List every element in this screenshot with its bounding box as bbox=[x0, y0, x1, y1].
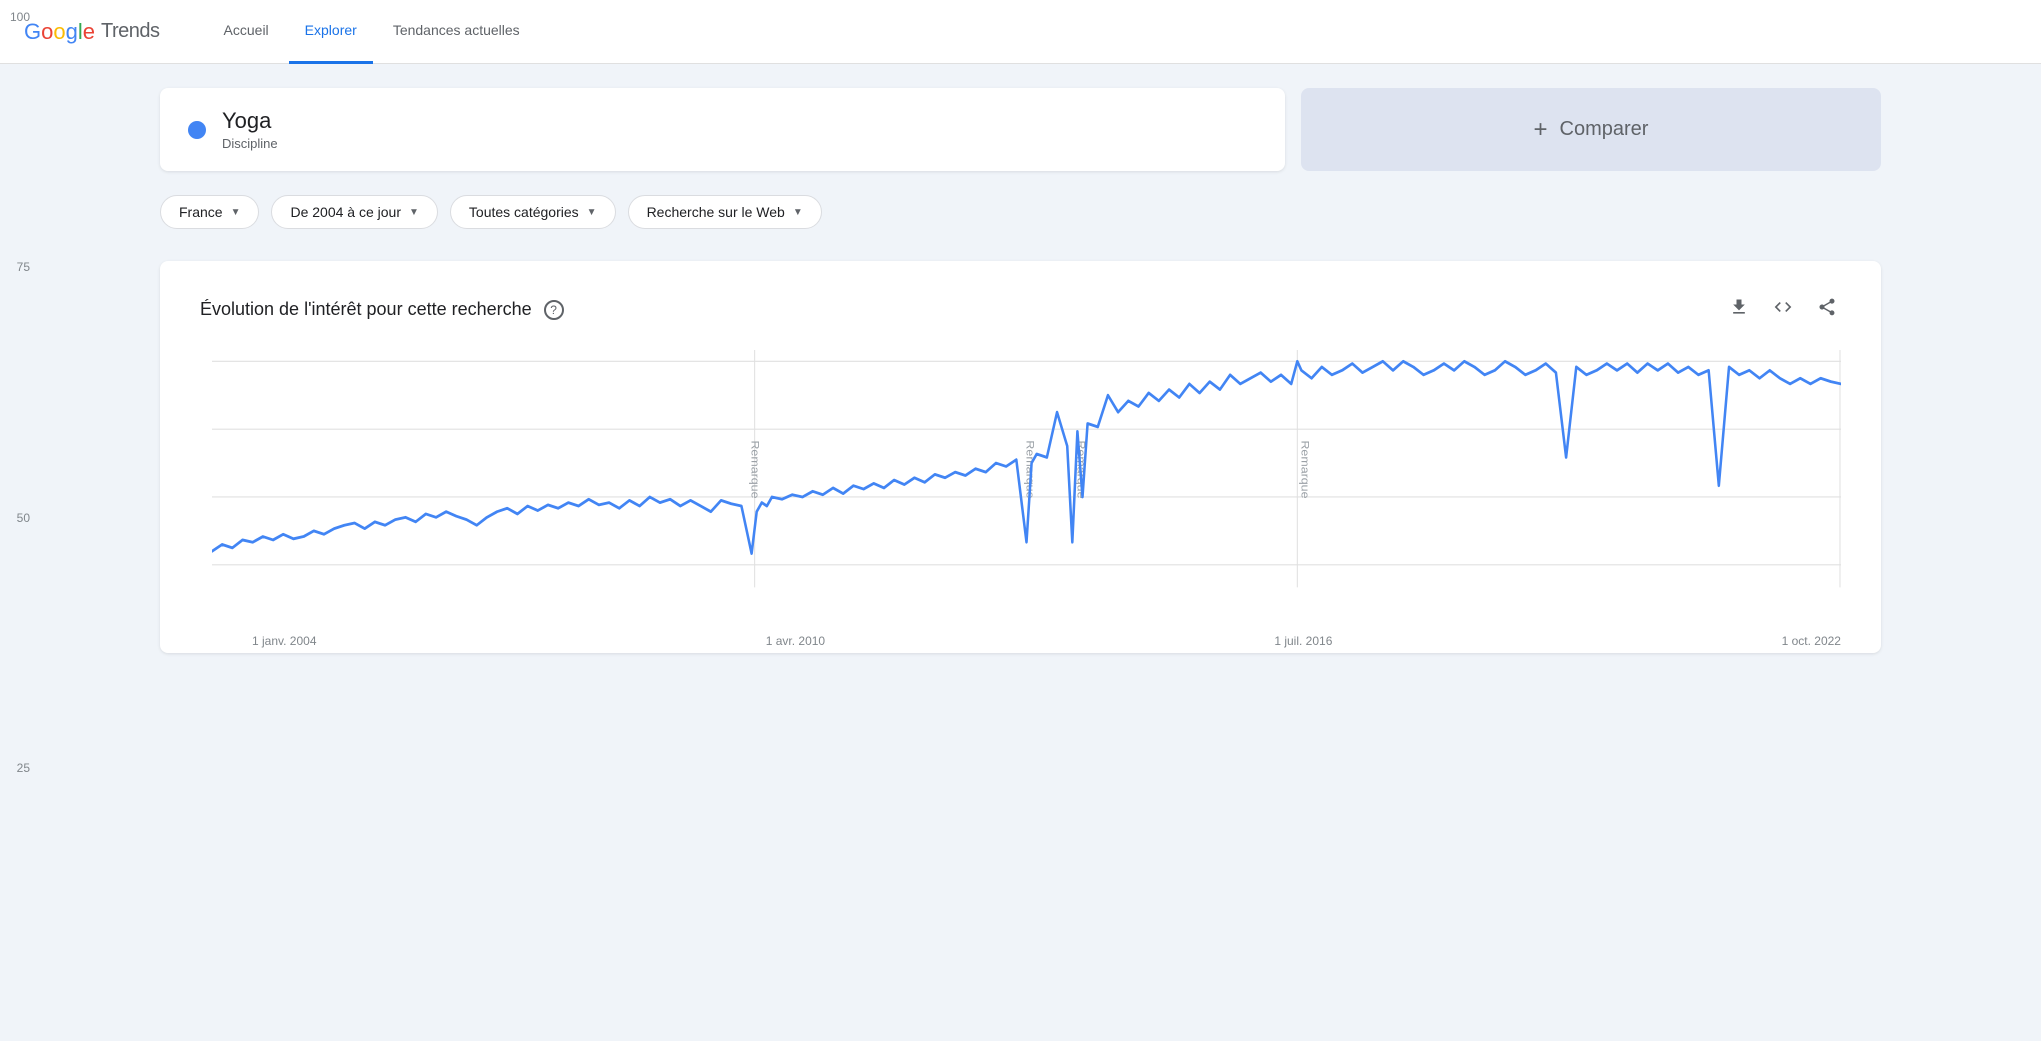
x-label-2022: 1 oct. 2022 bbox=[1782, 634, 1841, 648]
filter-region-label: France bbox=[179, 204, 223, 220]
google-logo: Google bbox=[24, 19, 95, 45]
help-icon[interactable]: ? bbox=[544, 300, 564, 320]
nav-tendances[interactable]: Tendances actuelles bbox=[377, 0, 536, 64]
y-label-50: 50 bbox=[0, 511, 30, 525]
main-content: Yoga Discipline + Comparer France ▼ De 2… bbox=[0, 64, 2041, 677]
download-button[interactable] bbox=[1725, 293, 1753, 326]
x-label-2016: 1 juil. 2016 bbox=[1274, 634, 1332, 648]
search-term: Yoga bbox=[222, 108, 278, 134]
filter-bar: France ▼ De 2004 à ce jour ▼ Toutes caté… bbox=[160, 195, 1881, 229]
compare-plus-icon: + bbox=[1534, 116, 1548, 144]
chart-title: Évolution de l'intérêt pour cette recher… bbox=[200, 299, 532, 320]
x-label-2004: 1 janv. 2004 bbox=[252, 634, 317, 648]
search-box: Yoga Discipline bbox=[160, 88, 1285, 171]
chart-actions bbox=[1725, 293, 1841, 326]
y-label-75: 75 bbox=[0, 260, 30, 274]
search-text-wrapper: Yoga Discipline bbox=[222, 108, 278, 151]
filter-category-label: Toutes catégories bbox=[469, 204, 579, 220]
y-axis-labels: 100 75 50 25 bbox=[0, 0, 30, 1041]
embed-icon bbox=[1773, 297, 1793, 317]
search-type: Discipline bbox=[222, 136, 278, 151]
chart-section: Évolution de l'intérêt pour cette recher… bbox=[160, 261, 1881, 653]
x-axis-labels: 1 janv. 2004 1 avr. 2010 1 juil. 2016 1 … bbox=[212, 630, 1841, 648]
nav-explorer[interactable]: Explorer bbox=[289, 0, 373, 64]
y-label-25: 25 bbox=[0, 761, 30, 775]
embed-button[interactable] bbox=[1769, 293, 1797, 326]
nav-accueil[interactable]: Accueil bbox=[208, 0, 285, 64]
filter-type[interactable]: Recherche sur le Web ▼ bbox=[628, 195, 822, 229]
search-dot bbox=[188, 121, 206, 139]
chart-wrapper: 100 75 50 25 Re bbox=[200, 350, 1841, 621]
remarque-1: Remarque bbox=[749, 440, 762, 498]
filter-type-arrow: ▼ bbox=[793, 207, 803, 218]
filter-category-arrow: ▼ bbox=[587, 207, 597, 218]
x-label-2010: 1 avr. 2010 bbox=[766, 634, 825, 648]
filter-period-label: De 2004 à ce jour bbox=[290, 204, 401, 220]
share-button[interactable] bbox=[1813, 293, 1841, 326]
trends-logo-text: Trends bbox=[101, 20, 160, 43]
filter-period-arrow: ▼ bbox=[409, 207, 419, 218]
remarque-4: Remarque bbox=[1299, 440, 1312, 498]
filter-type-label: Recherche sur le Web bbox=[647, 204, 785, 220]
filter-category[interactable]: Toutes catégories ▼ bbox=[450, 195, 616, 229]
compare-label: Comparer bbox=[1560, 118, 1649, 141]
filter-region[interactable]: France ▼ bbox=[160, 195, 259, 229]
y-label-100: 100 bbox=[0, 10, 30, 24]
search-section: Yoga Discipline + Comparer bbox=[160, 88, 1881, 171]
main-nav: Accueil Explorer Tendances actuelles bbox=[208, 0, 536, 64]
share-icon bbox=[1817, 297, 1837, 317]
chart-title-group: Évolution de l'intérêt pour cette recher… bbox=[200, 299, 564, 320]
header: Google Trends Accueil Explorer Tendances… bbox=[0, 0, 2041, 64]
download-icon bbox=[1729, 297, 1749, 317]
logo[interactable]: Google Trends bbox=[24, 19, 160, 45]
filter-region-arrow: ▼ bbox=[231, 207, 241, 218]
compare-box[interactable]: + Comparer bbox=[1301, 88, 1881, 171]
chart-header: Évolution de l'intérêt pour cette recher… bbox=[200, 293, 1841, 326]
filter-period[interactable]: De 2004 à ce jour ▼ bbox=[271, 195, 437, 229]
chart-area: Remarque Remarque Remarque Remarque 1 ja… bbox=[200, 350, 1841, 621]
chart-svg: Remarque Remarque Remarque Remarque bbox=[212, 350, 1841, 621]
